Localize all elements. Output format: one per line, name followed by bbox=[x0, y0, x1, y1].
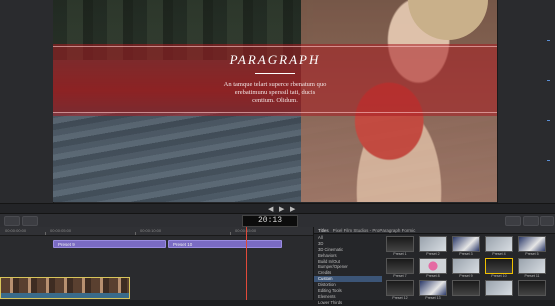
preset-label: Preset 10 bbox=[491, 274, 507, 278]
timeline-panel: 00:00:00:00 00:00:05:00 00:00:10:00 00:0… bbox=[0, 227, 313, 300]
timeline-ruler[interactable]: 00:00:00:00 00:00:05:00 00:00:10:00 00:0… bbox=[0, 227, 313, 236]
category-item[interactable]: Lower Thirds bbox=[314, 300, 382, 306]
paragraph-line: erebatimunu sperssil tati, ducis bbox=[234, 89, 316, 96]
preset-thumbnail[interactable] bbox=[452, 280, 480, 296]
timeline-toolbar: 20:13 bbox=[0, 213, 555, 228]
marker bbox=[547, 80, 550, 81]
ruler-label: 00:00:05:00 bbox=[50, 228, 72, 233]
browser-header: Titles Pixel Film Studios - ProParagraph … bbox=[314, 227, 555, 234]
ruler-label: 00:00:00:00 bbox=[5, 228, 27, 233]
tool-button[interactable] bbox=[505, 216, 521, 226]
titles-browser: Titles Pixel Film Studios - ProParagraph … bbox=[313, 227, 555, 305]
preset-thumbnail[interactable] bbox=[386, 236, 414, 252]
video-preview[interactable]: PARAGRAPH An tamque telart superce rbena… bbox=[53, 0, 497, 202]
preset-label: Preset 13 bbox=[425, 296, 441, 300]
ruler-tick bbox=[45, 232, 46, 235]
preset-thumbnail[interactable] bbox=[485, 258, 513, 274]
title-rule bbox=[255, 73, 295, 74]
paragraph-line: centium. Olidum. bbox=[252, 97, 298, 104]
preset-label: Preset 1 bbox=[393, 252, 407, 256]
preset-label: Preset 8 bbox=[426, 274, 440, 278]
preset-label: Preset 2 bbox=[426, 252, 440, 256]
next-frame-button[interactable]: ▶ bbox=[290, 205, 295, 213]
play-button[interactable]: ▶ bbox=[279, 205, 284, 213]
title-text: PARAGRAPH bbox=[229, 52, 321, 67]
prev-frame-button[interactable]: ◀ bbox=[268, 205, 273, 213]
viewer-panel: PARAGRAPH An tamque telart superce rbena… bbox=[0, 0, 555, 203]
title-clip[interactable]: Preset 9 bbox=[53, 240, 166, 248]
preset-label: Preset 7 bbox=[393, 274, 407, 278]
preset-label: Preset 9 bbox=[459, 274, 473, 278]
tool-button[interactable] bbox=[22, 216, 38, 226]
paragraph-line: An tamque telart superce rbenatum quo bbox=[223, 81, 327, 88]
preset-thumbnail[interactable] bbox=[452, 258, 480, 274]
preset-thumbnail[interactable] bbox=[518, 280, 546, 296]
browser-header-title: Titles bbox=[318, 228, 329, 233]
viewer-right-strip bbox=[497, 0, 555, 203]
playhead[interactable] bbox=[246, 227, 247, 300]
audio-waveform bbox=[1, 293, 129, 298]
preset-thumbnail[interactable] bbox=[485, 236, 513, 252]
preset-thumbnail[interactable] bbox=[485, 280, 513, 296]
preset-thumbnail[interactable] bbox=[452, 236, 480, 252]
preset-thumbnail[interactable] bbox=[518, 236, 546, 252]
preset-label: Preset 4 bbox=[492, 252, 506, 256]
tool-button[interactable] bbox=[523, 216, 539, 226]
preset-thumbnail[interactable] bbox=[419, 280, 447, 296]
ruler-tick bbox=[230, 232, 231, 235]
preset-thumbnail[interactable] bbox=[419, 258, 447, 274]
category-list: All 3D 3D Cinematic Behaviors Build In/O… bbox=[314, 235, 382, 305]
preset-thumbnail[interactable] bbox=[419, 236, 447, 252]
band-bottom-line bbox=[53, 112, 497, 113]
preset-label: Preset 5 bbox=[525, 252, 539, 256]
preset-thumbnail[interactable] bbox=[386, 280, 414, 296]
browser-path: Pixel Film Studios - ProParagraph Formic bbox=[332, 228, 416, 233]
preset-label: Preset 3 bbox=[459, 252, 473, 256]
band-top-line bbox=[53, 46, 497, 47]
preset-thumbnail[interactable] bbox=[518, 258, 546, 274]
preset-thumbnail[interactable] bbox=[386, 258, 414, 274]
marker bbox=[547, 160, 550, 161]
preset-label: Preset 12 bbox=[392, 296, 408, 300]
title-clip[interactable]: Preset 10 bbox=[168, 240, 282, 248]
marker bbox=[547, 120, 550, 121]
preset-label: Preset 11 bbox=[524, 274, 540, 278]
paragraph-text: An tamque telart superce rbenatum quo er… bbox=[53, 81, 497, 105]
marker bbox=[547, 40, 550, 41]
video-clip[interactable] bbox=[0, 277, 130, 299]
settings-button[interactable] bbox=[540, 216, 554, 226]
timecode-display[interactable]: 20:13 bbox=[242, 215, 298, 227]
thumbnail-grid: Preset 1 Preset 2 Preset 3 Preset 4 Preset 5… bbox=[384, 235, 555, 300]
viewer-left-strip bbox=[0, 0, 54, 203]
tool-button[interactable] bbox=[4, 216, 20, 226]
ruler-tick bbox=[135, 232, 136, 235]
ruler-label: 00:00:10:00 bbox=[140, 228, 162, 233]
